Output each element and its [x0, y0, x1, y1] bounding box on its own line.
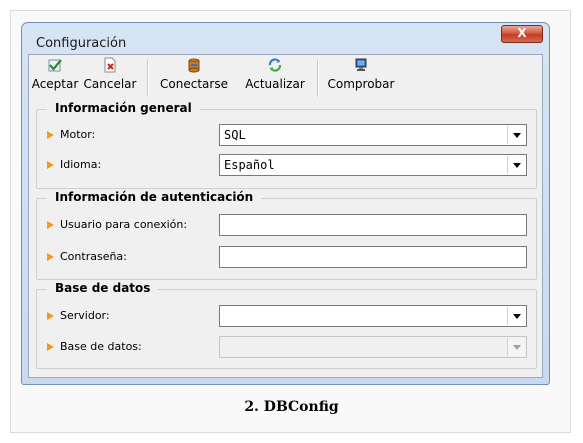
servidor-select[interactable] — [219, 305, 527, 327]
group-informacion-autenticacion: Información de autenticación Usuario par… — [36, 190, 537, 280]
idioma-value: Español — [224, 158, 275, 172]
motor-value: SQL — [224, 128, 246, 142]
motor-label: Motor: — [60, 128, 96, 141]
monitor-icon — [355, 58, 367, 71]
cancel-icon — [104, 57, 116, 73]
window-title: Configuración — [36, 36, 127, 51]
group-title: Información general — [47, 101, 200, 115]
idioma-select[interactable]: Español — [219, 154, 527, 176]
check-icon — [48, 59, 62, 72]
chevron-down-icon[interactable] — [507, 307, 525, 325]
dialog-body: Aceptar Cancelar Conectarse Actualizar C… — [28, 54, 543, 378]
comprobar-label: Comprobar — [327, 77, 395, 91]
cancelar-label: Cancelar — [83, 77, 137, 91]
group-title: Base de datos — [47, 281, 159, 295]
conectarse-button[interactable]: Conectarse — [155, 57, 233, 97]
group-title: Información de autenticación — [47, 190, 262, 204]
basedatos-label: Base de datos: — [60, 340, 142, 353]
database-connect-icon — [188, 58, 200, 73]
actualizar-button[interactable]: Actualizar — [239, 57, 311, 97]
group-base-de-datos: Base de datos Servidor: Base de datos: — [36, 281, 537, 369]
arrow-bullet-icon — [47, 312, 54, 320]
motor-select[interactable]: SQL — [219, 124, 527, 146]
arrow-bullet-icon — [47, 221, 54, 229]
toolbar-separator — [147, 59, 149, 97]
basedatos-select — [219, 336, 527, 358]
conectarse-label: Conectarse — [160, 77, 228, 91]
group-informacion-general: Información general Motor: SQL Idioma: E… — [36, 101, 537, 189]
chevron-down-icon[interactable] — [507, 126, 525, 144]
usuario-input[interactable] — [219, 214, 527, 236]
figure-caption: 2. DBConfig — [244, 399, 339, 415]
title-bar: Configuración X — [22, 23, 549, 51]
comprobar-button[interactable]: Comprobar — [323, 57, 399, 97]
arrow-bullet-icon — [47, 161, 54, 169]
servidor-label-row: Servidor: — [47, 309, 110, 322]
servidor-label: Servidor: — [60, 309, 110, 322]
aceptar-label: Aceptar — [31, 77, 79, 91]
arrow-bullet-icon — [47, 343, 54, 351]
refresh-icon — [268, 58, 282, 72]
contrasena-label: Contraseña: — [60, 250, 127, 263]
arrow-bullet-icon — [47, 131, 54, 139]
chevron-down-icon[interactable] — [507, 156, 525, 174]
contrasena-input[interactable] — [219, 246, 527, 268]
usuario-label: Usuario para conexión: — [60, 218, 188, 231]
usuario-label-row: Usuario para conexión: — [47, 218, 187, 231]
idioma-label: Idioma: — [60, 158, 102, 171]
idioma-label-row: Idioma: — [47, 158, 101, 171]
toolbar-separator — [317, 59, 319, 97]
chevron-down-icon — [507, 338, 525, 356]
toolbar: Aceptar Cancelar Conectarse Actualizar C… — [29, 55, 542, 100]
config-dialog: Configuración X Aceptar Cancelar Conecta… — [21, 22, 550, 385]
cancelar-button[interactable]: Cancelar — [81, 57, 139, 97]
motor-label-row: Motor: — [47, 128, 95, 141]
contrasena-label-row: Contraseña: — [47, 250, 127, 263]
basedatos-label-row: Base de datos: — [47, 340, 142, 353]
arrow-bullet-icon — [47, 253, 54, 261]
actualizar-label: Actualizar — [245, 77, 305, 91]
aceptar-button[interactable]: Aceptar — [31, 57, 79, 97]
close-button[interactable]: X — [501, 25, 543, 43]
